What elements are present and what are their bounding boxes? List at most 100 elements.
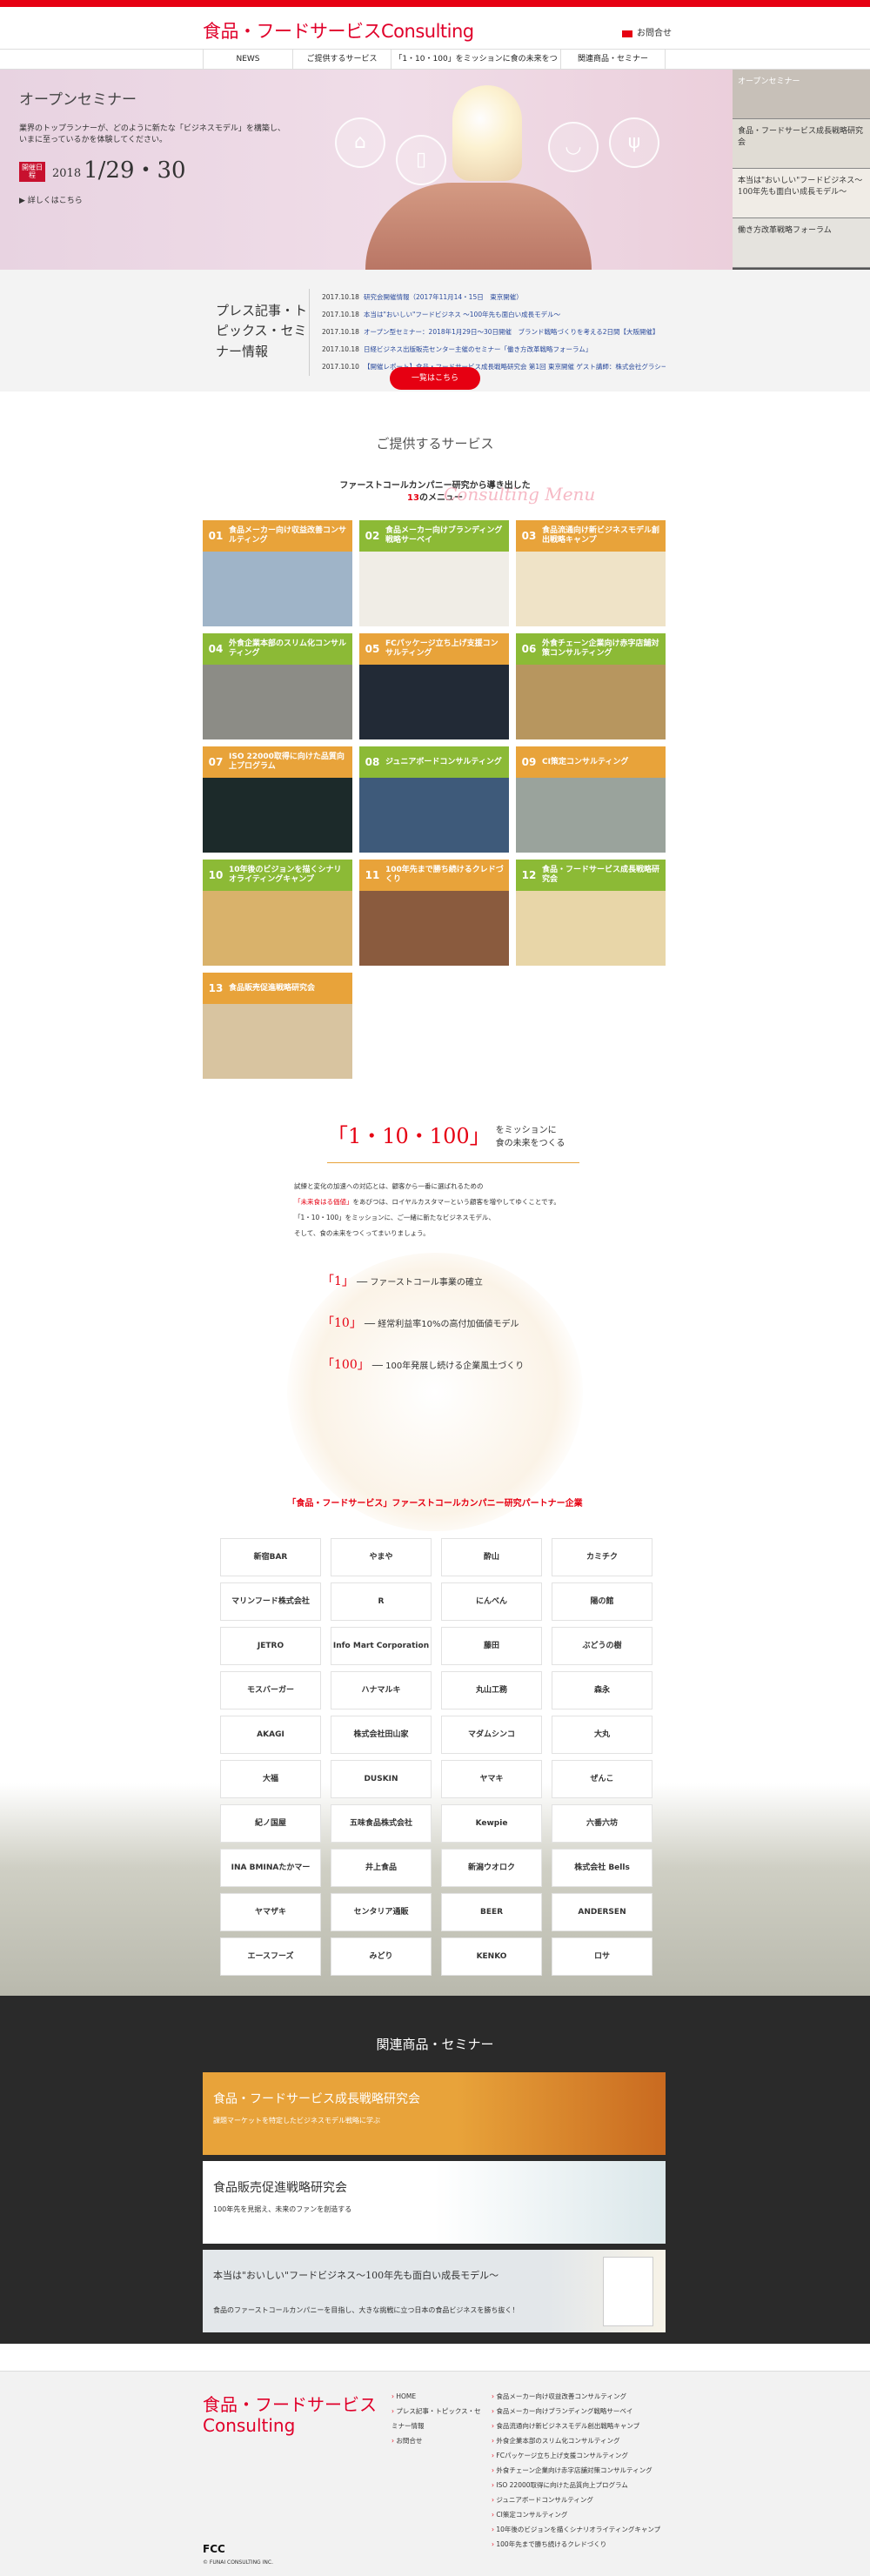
nav-services[interactable]: ご提供するサービス: [292, 50, 391, 69]
partner-logo[interactable]: 森永: [552, 1671, 652, 1710]
news-item[interactable]: 2017.10.18 オープン型セミナー：2018年1月29日〜30日開催 ブラン…: [322, 324, 666, 341]
footer-service-link[interactable]: FCパッケージ立ち上げ支援コンサルティング: [492, 2448, 660, 2463]
partner-logo[interactable]: INA BMINAたかマー: [220, 1849, 321, 1887]
nav-related[interactable]: 関連商品・セミナー: [560, 50, 666, 69]
partner-logo[interactable]: 大丸: [552, 1716, 652, 1754]
partner-logo[interactable]: 株式会社 Bells: [552, 1849, 652, 1887]
partner-logo[interactable]: BEER: [441, 1893, 542, 1931]
service-tile[interactable]: 11 100年先まで勝ち続けるクレドづくり: [359, 860, 509, 966]
site-logo[interactable]: 食品・フードサービスConsulting: [203, 19, 474, 44]
footer-logo[interactable]: 食品・フードサービス Consulting: [203, 2394, 377, 2436]
partner-logo[interactable]: センタリア通販: [331, 1893, 432, 1931]
hero-title: オープンセミナー: [19, 91, 137, 109]
service-tile-head: 06 外食チェーン企業向け赤字店舗対策コンサルティング: [516, 633, 666, 665]
nav-mission[interactable]: 「1・10・100」をミッションに食の未来をつくる: [391, 50, 560, 83]
side-tab-growth-study[interactable]: 食品・フードサービス成長戦略研究会: [733, 119, 870, 169]
side-tab-work-reform[interactable]: 働き方改革戦略フォーラム: [733, 218, 870, 268]
news-item[interactable]: 2017.10.18 日経ビジネス出版販売センター主催のセミナー「働き方改革戦略フ…: [322, 341, 666, 358]
news-item[interactable]: 2017.10.18 本当は"おいしい"フードビジネス 〜100年先も面白い成長モ…: [322, 306, 666, 324]
service-tile[interactable]: 01 食品メーカー向け収益改善コンサルティング: [203, 520, 352, 626]
footer-link[interactable]: お問合せ: [392, 2433, 487, 2448]
footer-service-link[interactable]: 外食企業本部のスリム化コンサルティング: [492, 2433, 660, 2448]
partner-logo[interactable]: マダムシンコ: [441, 1716, 542, 1754]
partner-logo[interactable]: 陽の館: [552, 1582, 652, 1621]
partner-logo[interactable]: AKAGI: [220, 1716, 321, 1754]
partner-logo[interactable]: ヤマザキ: [220, 1893, 321, 1931]
hero-banner[interactable]: ⌂ ▯ ◡ ψ オープンセミナー 業界のトップランナーが、どのように新たな「ビジ…: [0, 70, 870, 270]
nav-news[interactable]: NEWS: [203, 50, 292, 69]
partner-logo[interactable]: ロサ: [552, 1937, 652, 1976]
partner-logo[interactable]: JETRO: [220, 1627, 321, 1665]
partner-logo[interactable]: ANDERSEN: [552, 1893, 652, 1931]
partner-logo[interactable]: Kewpie: [441, 1804, 542, 1843]
footer-link[interactable]: プレス記事・トピックス・セミナー情報: [392, 2404, 487, 2433]
related-card-book[interactable]: 本当は"おいしい"フードビジネス〜100年先も面白い成長モデル〜 食品のファース…: [203, 2250, 666, 2332]
partner-logo[interactable]: エースフーズ: [220, 1937, 321, 1976]
news-more-button[interactable]: 一覧はこちら: [390, 367, 480, 390]
service-tile[interactable]: 07 ISO 22000取得に向けた品質向上プログラム: [203, 746, 352, 853]
news-item[interactable]: 2017.10.18 研究会開催情報（2017年11月14・15日 東京開催）: [322, 289, 666, 306]
footer-link[interactable]: HOME: [392, 2389, 487, 2404]
footer-service-link[interactable]: ISO 22000取得に向けた品質向上プログラム: [492, 2478, 660, 2492]
partner-logo[interactable]: マリンフード株式会社: [220, 1582, 321, 1621]
partner-logo[interactable]: モスバーガー: [220, 1671, 321, 1710]
partner-logo[interactable]: ハナマルキ: [331, 1671, 432, 1710]
partner-logo[interactable]: 大福: [220, 1760, 321, 1798]
service-tile[interactable]: 13 食品販売促進戦略研究会: [203, 973, 352, 1079]
contact-link[interactable]: お問合せ: [622, 28, 672, 40]
related-card-growth[interactable]: 食品・フードサービス成長戦略研究会 課題マーケットを特定したビジネスモデル戦略に…: [203, 2072, 666, 2155]
footer-service-link[interactable]: 外食チェーン企業向け赤字店舗対策コンサルティング: [492, 2463, 660, 2478]
service-tile[interactable]: 02 食品メーカー向けブランディング戦略サーベイ: [359, 520, 509, 626]
footer-nav-services: 食品メーカー向け収益改善コンサルティング食品メーカー向けブランディング戦略サーベ…: [492, 2389, 660, 2552]
service-tile-image: [359, 891, 509, 966]
hand-illustration: [365, 183, 592, 270]
partner-logo[interactable]: ぶどうの樹: [552, 1627, 652, 1665]
partner-logo[interactable]: ぜんこ: [552, 1760, 652, 1798]
partner-logo[interactable]: 酔山: [441, 1538, 542, 1576]
news-item[interactable]: 2017.10.10 【開催レポート】食品・フードサービス成長戦略研究会 第1回 …: [322, 358, 666, 376]
service-tile[interactable]: 06 外食チェーン企業向け赤字店舗対策コンサルティング: [516, 633, 666, 739]
service-tile[interactable]: 12 食品・フードサービス成長戦略研究会: [516, 860, 666, 966]
partner-logo[interactable]: 藤田: [441, 1627, 542, 1665]
service-tile[interactable]: 03 食品流通向け新ビジネスモデル創出戦略キャンプ: [516, 520, 666, 626]
partner-logo[interactable]: 六番六坊: [552, 1804, 652, 1843]
news-date: 2017.10.18: [322, 311, 359, 318]
related-card-promo[interactable]: 食品販売促進戦略研究会 100年先を見据え、未来のファンを創造する: [203, 2161, 666, 2244]
partner-logo[interactable]: KENKO: [441, 1937, 542, 1976]
footer-service-link[interactable]: 食品メーカー向け収益改善コンサルティング: [492, 2389, 660, 2404]
partner-logo[interactable]: 紀ノ国屋: [220, 1804, 321, 1843]
partner-logo[interactable]: みどり: [331, 1937, 432, 1976]
partner-logo[interactable]: 丸山工務: [441, 1671, 542, 1710]
partner-logo[interactable]: カミチク: [552, 1538, 652, 1576]
footer-service-link[interactable]: ジュニアボードコンサルティング: [492, 2492, 660, 2507]
partner-logo[interactable]: やまや: [331, 1538, 432, 1576]
partner-logo[interactable]: 新宿BAR: [220, 1538, 321, 1576]
footer-service-link[interactable]: 食品流通向け新ビジネスモデル創出戦略キャンプ: [492, 2419, 660, 2433]
partner-logo[interactable]: 五味食品株式会社: [331, 1804, 432, 1843]
partner-logo[interactable]: Info Mart Corporation: [331, 1627, 432, 1665]
partner-logo[interactable]: R: [331, 1582, 432, 1621]
hero-more-link[interactable]: ▶ 詳しくはこちら: [19, 196, 367, 207]
service-tile[interactable]: 09 CI策定コンサルティング: [516, 746, 666, 853]
service-tile[interactable]: 08 ジュニアボードコンサルティング: [359, 746, 509, 853]
partner-logo[interactable]: 株式会社田山家: [331, 1716, 432, 1754]
footer-service-link[interactable]: CI策定コンサルティング: [492, 2507, 660, 2522]
partner-logo[interactable]: にんべん: [441, 1582, 542, 1621]
partner-logo[interactable]: ヤマキ: [441, 1760, 542, 1798]
drink-icon: ▯: [396, 135, 446, 185]
side-tab-food-business[interactable]: 本当は"おいしい"フードビジネス〜100年先も面白い成長モデル〜: [733, 169, 870, 218]
partner-logo[interactable]: 井上食品: [331, 1849, 432, 1887]
partner-logo[interactable]: DUSKIN: [331, 1760, 432, 1798]
service-tile[interactable]: 05 FCパッケージ立ち上げ支援コンサルティング: [359, 633, 509, 739]
service-tile[interactable]: 04 外食企業本部のスリム化コンサルティング: [203, 633, 352, 739]
footer-service-link[interactable]: 食品メーカー向けブランディング戦略サーベイ: [492, 2404, 660, 2419]
side-tab-open-seminar[interactable]: オープンセミナー: [733, 70, 870, 119]
service-tile-image: [359, 778, 509, 853]
service-tile[interactable]: 10 10年後のビジョンを描くシナリオライティングキャンプ: [203, 860, 352, 966]
footer-service-link[interactable]: 10年後のビジョンを描くシナリオライティングキャンプ: [492, 2522, 660, 2537]
related-card-title: 食品・フードサービス成長戦略研究会: [213, 2092, 420, 2106]
cutlery-icon: ψ: [609, 117, 659, 168]
service-tile-image: [516, 778, 666, 853]
partner-logo[interactable]: 新潟ウオロク: [441, 1849, 542, 1887]
footer-service-link[interactable]: 100年先まで勝ち続けるクレドづくり: [492, 2537, 660, 2552]
